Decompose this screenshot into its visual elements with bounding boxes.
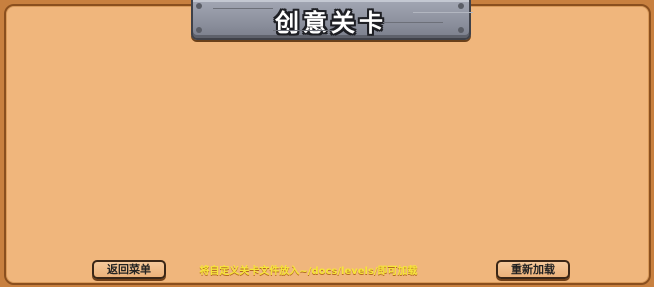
reload-button[interactable]: 重新加载 — [496, 260, 570, 279]
back-to-menu-button[interactable]: 返回菜单 — [92, 260, 166, 279]
screen-title: 创意关卡 — [275, 9, 387, 37]
custom-levels-hint: 将自定义关卡文件放入~/docs/levels/即可加载 — [199, 266, 418, 277]
level-list-panel — [4, 4, 651, 285]
game-screen: 创意关卡 返回菜单 将自定义关卡文件放入~/docs/levels/即可加载 重… — [0, 0, 654, 287]
title-plate: 创意关卡 — [191, 0, 471, 40]
